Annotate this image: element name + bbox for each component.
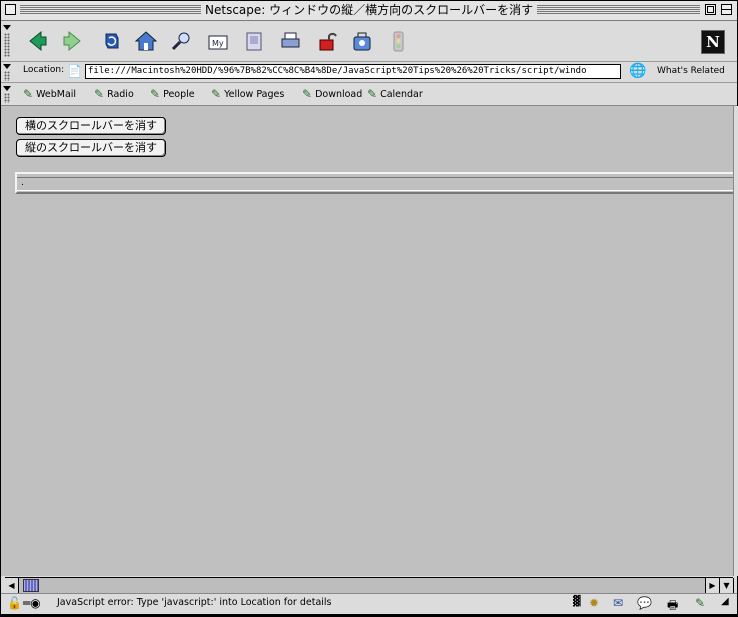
- collapse-box-icon[interactable]: [721, 4, 732, 15]
- images-button[interactable]: [241, 27, 267, 55]
- location-label: Location:: [23, 65, 65, 75]
- location-collapse-icon[interactable]: [3, 64, 11, 69]
- location-toolbar: Location: 📄 file:///Macintosh%20HDD/%96%…: [1, 62, 737, 83]
- bookmark-icon: ✎: [367, 87, 378, 101]
- bookmark-calendar[interactable]: ✎ Calendar: [367, 87, 423, 101]
- toolbar-collapse-icon[interactable]: [3, 25, 11, 30]
- netscape-logo[interactable]: N: [701, 30, 725, 54]
- bookmark-webmail[interactable]: ✎ WebMail: [23, 87, 76, 101]
- window-right-edge: [733, 106, 738, 576]
- page-proxy-icon[interactable]: 📄: [67, 64, 82, 78]
- frame-text: .: [21, 178, 24, 188]
- bookmark-label: WebMail: [36, 88, 77, 100]
- resize-grip-icon[interactable]: ◢: [721, 596, 729, 607]
- location-grip[interactable]: [4, 71, 10, 81]
- hide-vertical-scrollbar-button[interactable]: 縦のスクロールバーを消す: [16, 139, 166, 157]
- forward-arrow-icon: [63, 30, 81, 52]
- bookmark-label: Yellow Pages: [224, 88, 285, 100]
- bookmark-yellow-pages[interactable]: ✎ Yellow Pages: [211, 87, 284, 101]
- window-title: Netscape: ウィンドウの縦／横方向のスクロールバーを消す: [201, 2, 538, 19]
- my-netscape-button[interactable]: My: [205, 27, 231, 55]
- status-message: JavaScript error: Type 'javascript:' int…: [57, 597, 332, 608]
- search-icon: [171, 32, 190, 51]
- status-divider-grip: ▓: [573, 596, 581, 607]
- personal-toolbar-grip[interactable]: [4, 93, 10, 103]
- zoom-box-icon[interactable]: [705, 4, 716, 15]
- bookmark-label: Radio: [107, 88, 134, 100]
- bookmark-label: Calendar: [380, 88, 423, 100]
- bookmark-download[interactable]: ✎ Download: [302, 87, 362, 101]
- horizontal-scrollbar[interactable]: ◀ ▶ ▼: [5, 577, 734, 594]
- stop-icon: [393, 31, 404, 52]
- scroll-thumb[interactable]: [23, 579, 39, 592]
- netcaster-icon[interactable]: ✎: [695, 596, 705, 610]
- whats-related-icon[interactable]: 🌐: [629, 63, 646, 79]
- bookmark-radio[interactable]: ✎ Radio: [94, 87, 134, 101]
- images-icon: [246, 32, 262, 51]
- close-box-icon[interactable]: [5, 4, 16, 15]
- back-arrow-icon: [29, 30, 47, 52]
- composer-icon[interactable]: 🖶: [667, 596, 678, 617]
- personal-toolbar-collapse-icon[interactable]: [3, 86, 11, 91]
- browser-window: Netscape: ウィンドウの縦／横方向のスクロールバーを消す My N Lo…: [0, 0, 738, 614]
- navigator-icon[interactable]: ✹: [589, 596, 599, 610]
- mail-icon[interactable]: ✉: [613, 596, 623, 610]
- my-netscape-icon: My: [208, 35, 228, 50]
- shop-icon: [353, 32, 371, 51]
- bookmark-icon: ✎: [94, 87, 105, 101]
- back-button[interactable]: [25, 27, 51, 55]
- reload-icon: [105, 33, 119, 49]
- shop-button[interactable]: [349, 27, 375, 55]
- home-button[interactable]: [133, 27, 159, 55]
- print-button[interactable]: [277, 27, 303, 55]
- reload-button[interactable]: [98, 27, 124, 55]
- forward-button[interactable]: [59, 27, 85, 55]
- search-button[interactable]: [168, 27, 194, 55]
- print-icon: [281, 32, 300, 48]
- scroll-down-arrow-icon[interactable]: ▼: [719, 578, 734, 593]
- security-button[interactable]: [314, 27, 340, 55]
- page-content: 横のスクロールバーを消す 縦のスクロールバーを消す .: [1, 106, 733, 576]
- frame-inner-border: [17, 177, 733, 191]
- bookmark-icon: ✎: [23, 87, 34, 101]
- online-status-icon[interactable]: ═◉: [23, 596, 41, 610]
- hide-horizontal-scrollbar-button[interactable]: 横のスクロールバーを消す: [16, 117, 166, 135]
- whats-related-button[interactable]: What's Related: [657, 66, 725, 76]
- padlock-icon: [319, 32, 337, 51]
- bookmark-icon: ✎: [302, 87, 313, 101]
- home-icon: [135, 31, 157, 51]
- bookmark-label: Download: [315, 88, 363, 100]
- scroll-left-arrow-icon[interactable]: ◀: [5, 578, 19, 593]
- bookmark-label: People: [163, 88, 195, 100]
- discussions-icon[interactable]: 💬: [637, 596, 652, 610]
- status-bar: 🔓 ═◉ JavaScript error: Type 'javascript:…: [1, 593, 737, 614]
- personal-toolbar: ✎ WebMail ✎ Radio ✎ People ✎ Yellow Pages ✎ D…: [1, 83, 737, 106]
- scroll-right-arrow-icon[interactable]: ▶: [705, 578, 720, 593]
- inner-frame: .: [15, 172, 733, 194]
- bookmark-people[interactable]: ✎ People: [150, 87, 195, 101]
- security-status-icon[interactable]: 🔓: [7, 596, 22, 610]
- bookmark-icon: ✎: [150, 87, 161, 101]
- toolbar-grip[interactable]: [4, 33, 10, 57]
- navigation-toolbar: My N: [1, 21, 737, 62]
- location-url-field[interactable]: file:///Macintosh%20HDD/%96%7B%82%CC%8C%…: [85, 64, 621, 79]
- bookmark-icon: ✎: [211, 87, 222, 101]
- svg-text:My: My: [212, 39, 224, 48]
- stop-button[interactable]: [385, 27, 411, 55]
- title-bar[interactable]: Netscape: ウィンドウの縦／横方向のスクロールバーを消す: [1, 1, 737, 21]
